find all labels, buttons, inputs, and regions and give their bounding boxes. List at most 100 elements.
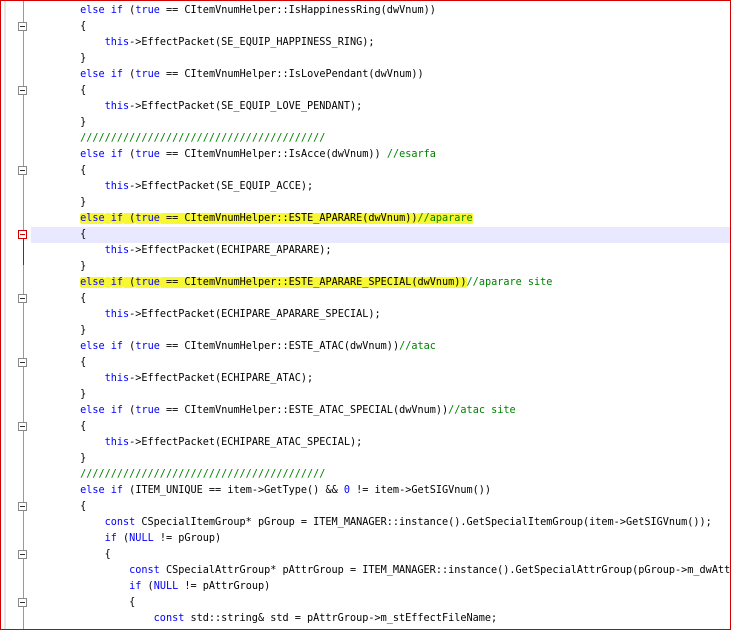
code-line[interactable]: else if (true == CItemVnumHelper::IsHapp… [31,3,730,19]
keyword-token: if [110,5,124,16]
keyword-token: this [104,181,130,192]
code-line[interactable]: { [31,163,730,179]
fold-collapse-icon[interactable] [18,86,27,95]
fold-gutter [1,1,31,629]
fold-collapse-icon[interactable] [18,422,27,431]
keyword-token: if [110,341,124,352]
code-line[interactable]: } [31,51,730,67]
code-token: == CItemVnumHelper::ESTE_ATAC_SPECIAL(dw… [159,405,449,416]
comment-token: //////////////////////////////////////// [80,133,326,144]
fold-collapse-icon[interactable] [18,598,27,607]
code-line[interactable]: { [31,419,730,435]
keyword-token: NULL [129,533,154,544]
code-line[interactable]: this->EffectPacket(ECHIPARE_APARARE_SPEC… [31,307,730,323]
code-line[interactable]: if (NULL != pAttrGroup) [31,579,730,595]
code-line[interactable]: if (NULL != pGroup) [31,531,730,547]
fold-collapse-icon[interactable] [18,502,27,511]
code-line[interactable]: { [31,83,730,99]
code-token: == CItemVnumHelper::ESTE_APARARE(dwVnum)… [159,213,418,224]
keyword-token: if [110,405,124,416]
fold-collapse-icon[interactable] [18,550,27,559]
code-line[interactable]: const std::string& std = pAttrGroup->m_s… [31,611,730,627]
keyword-token: this [104,373,130,384]
code-token: != pGroup) [153,533,222,544]
code-token: ( [123,149,136,160]
code-line[interactable]: this->EffectPacket(SE_EQUIP_ACCE); [31,179,730,195]
fold-collapse-icon[interactable] [18,22,27,31]
fold-collapse-icon[interactable] [18,294,27,303]
keyword-token: if [110,149,124,160]
code-token: { [31,357,87,368]
keyword-token: const [153,613,185,624]
code-line[interactable]: } [31,451,730,467]
code-token [104,277,111,288]
code-line[interactable]: else if (true == CItemVnumHelper::ESTE_A… [31,403,730,419]
code-line[interactable]: { [31,291,730,307]
code-line[interactable]: } [31,115,730,131]
code-line[interactable]: else if (ITEM_UNIQUE == item->GetType() … [31,483,730,499]
code-token: { [31,421,87,432]
fold-collapse-icon[interactable] [18,358,27,367]
code-line[interactable]: else if (true == CItemVnumHelper::IsAcce… [31,147,730,163]
code-line[interactable]: { [31,355,730,371]
code-line[interactable]: //////////////////////////////////////// [31,467,730,483]
active-fold-guide [23,239,24,265]
code-line[interactable]: { [31,19,730,35]
code-line[interactable]: this->EffectPacket(ECHIPARE_ATAC_SPECIAL… [31,435,730,451]
code-line[interactable]: this->EffectPacket(SE_EQUIP_LOVE_PENDANT… [31,99,730,115]
code-line[interactable]: else if (true == CItemVnumHelper::ESTE_A… [31,211,730,227]
code-line[interactable]: const CSpecialAttrGroup* pAttrGroup = IT… [31,563,730,579]
code-line[interactable]: this->EffectPacket(ECHIPARE_APARARE); [31,243,730,259]
code-token: } [31,325,87,336]
code-line[interactable]: const CSpecialItemGroup* pGroup = ITEM_M… [31,515,730,531]
code-area[interactable]: else if (true == CItemVnumHelper::IsHapp… [31,1,730,629]
code-line[interactable]: } [31,387,730,403]
code-token: std::string& std = pAttrGroup->m_stEffec… [184,613,498,624]
code-token: ->EffectPacket(ECHIPARE_APARARE_SPECIAL)… [129,309,381,320]
code-line[interactable]: else if (true == CItemVnumHelper::ESTE_A… [31,275,730,291]
code-line[interactable]: } [31,259,730,275]
keyword-token: this [104,245,130,256]
code-line[interactable]: { [31,499,730,515]
code-line[interactable]: this->EffectPacket(ECHIPARE_ATAC); [31,371,730,387]
code-line[interactable]: { [31,547,730,563]
fold-collapse-icon[interactable] [18,230,27,239]
code-token: != item->GetSIGVnum()) [350,485,492,496]
code-token: } [31,389,87,400]
code-token: ( [123,405,136,416]
code-token: ( [123,69,136,80]
code-line[interactable]: { [31,595,730,611]
code-line[interactable]: { [31,227,730,243]
fold-collapse-icon[interactable] [18,166,27,175]
code-line[interactable]: } [31,323,730,339]
code-line[interactable]: //////////////////////////////////////// [31,131,730,147]
code-token: ( [123,341,136,352]
margin-stripe [4,1,6,629]
code-token: { [31,597,136,608]
keyword-token: this [104,309,130,320]
code-token: ->EffectPacket(SE_EQUIP_LOVE_PENDANT); [129,101,363,112]
code-token: { [31,293,87,304]
keyword-token: else [80,485,105,496]
keyword-token: if [110,485,124,496]
comment-token: //esarfa [386,149,436,160]
code-line[interactable]: else if (true == CItemVnumHelper::IsLove… [31,67,730,83]
code-token: { [31,229,87,240]
code-line[interactable]: } [31,195,730,211]
code-token: != pAttrGroup) [178,581,271,592]
code-editor[interactable]: else if (true == CItemVnumHelper::IsHapp… [0,0,731,630]
code-line[interactable]: else if (true == CItemVnumHelper::ESTE_A… [31,339,730,355]
keyword-token: if [104,533,117,544]
code-token: } [31,453,87,464]
fold-guide-line [23,1,24,629]
code-line[interactable]: this->EffectPacket(SE_EQUIP_HAPPINESS_RI… [31,35,730,51]
